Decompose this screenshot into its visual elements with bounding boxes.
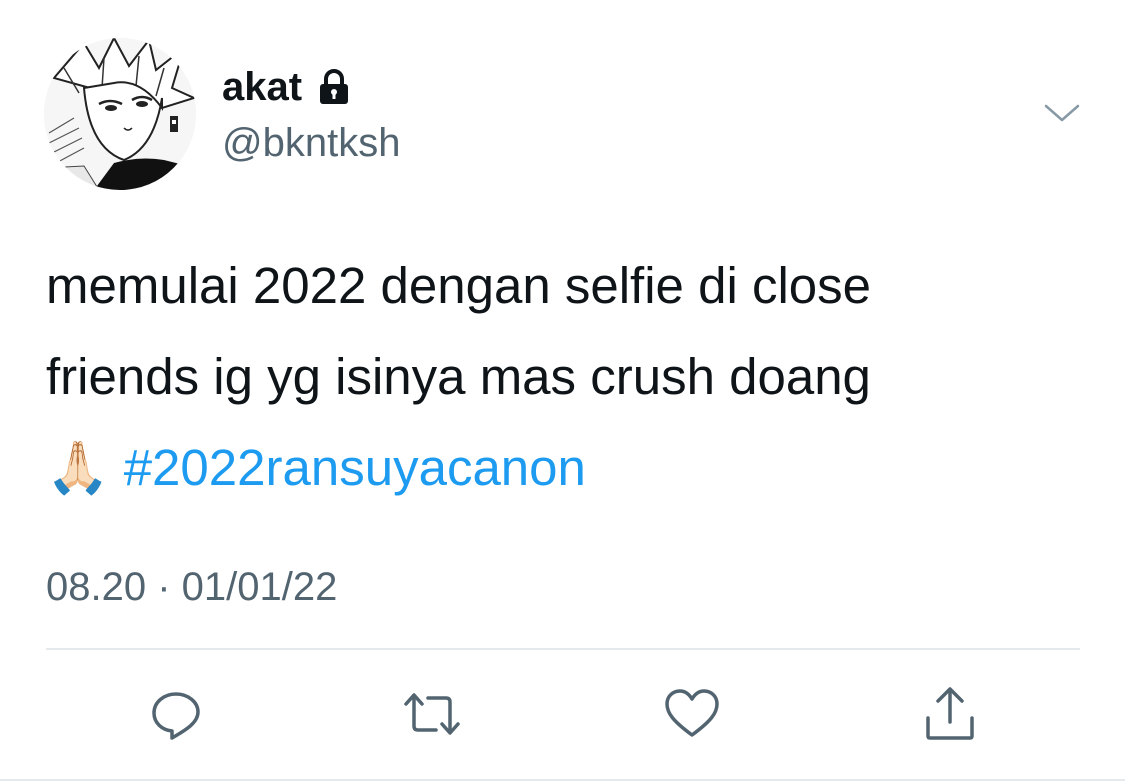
tweet: akat @bkntksh memulai 2022 dengan selfie… xyxy=(0,0,1125,781)
divider xyxy=(46,648,1080,650)
hashtag-link[interactable]: #2022ransuyacanon xyxy=(124,439,586,496)
folded-hands-emoji: 🙏🏻 xyxy=(46,439,110,498)
avatar[interactable] xyxy=(44,38,196,190)
tweet-text-line-2: friends ig yg isinya mas crush doang xyxy=(46,348,871,405)
retweet-icon xyxy=(404,693,460,735)
chevron-down-icon[interactable] xyxy=(1042,96,1082,132)
reply-button[interactable] xyxy=(146,684,206,744)
reply-icon xyxy=(152,692,200,740)
lock-icon xyxy=(314,67,354,107)
avatar-illustration xyxy=(44,38,196,190)
tweet-text-line-1: memulai 2022 dengan selfie di close xyxy=(46,257,872,314)
share-icon xyxy=(926,687,974,740)
like-button[interactable] xyxy=(662,684,722,744)
display-name[interactable]: akat xyxy=(222,62,354,112)
share-button[interactable] xyxy=(920,684,980,744)
heart-icon xyxy=(665,689,719,737)
display-name-text: akat xyxy=(222,65,303,109)
user-handle[interactable]: @bkntksh xyxy=(222,118,400,168)
retweet-button[interactable] xyxy=(402,684,462,744)
tweet-timestamp[interactable]: 08.20 · 01/01/22 xyxy=(46,562,337,612)
tweet-text: memulai 2022 dengan selfie di close frie… xyxy=(46,240,1086,514)
tweet-text-line-3: 🙏🏻 #2022ransuyacanon xyxy=(46,422,1086,514)
